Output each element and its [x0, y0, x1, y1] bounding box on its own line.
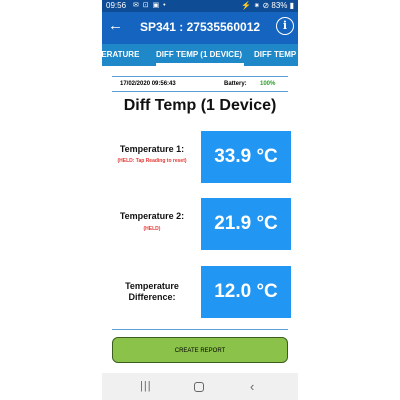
temperature-1-reading[interactable]: 33.9 °C — [201, 131, 291, 183]
tab-bar: PERATURE DIFF TEMP (1 DEVICE) DIFF TEMP — [102, 44, 298, 66]
battery-label: Battery: — [224, 81, 247, 87]
notification-icons: ✉ ⊡ ▣ • — [133, 2, 167, 9]
status-time: 09:56 — [106, 1, 127, 10]
create-report-button[interactable]: CREATE REPORT — [112, 337, 288, 363]
app-bar: ← SP341 : 27535560012 i — [102, 12, 298, 44]
phone-screen: 09:56 ✉ ⊡ ▣ • ⚡ ⁕ ⊘ 83% ▮ ← SP341 : 2753… — [102, 0, 298, 400]
page-heading: Diff Temp (1 Device) — [123, 97, 277, 114]
divider-info — [112, 91, 288, 92]
tab-diff-temp[interactable]: DIFF TEMP — [254, 44, 296, 66]
system-nav-bar: ||| ‹ — [102, 373, 298, 400]
temperature-1-label: Temperature 1: — [119, 144, 185, 154]
home-icon[interactable] — [194, 382, 204, 392]
temperature-difference-reading: 12.0 °C — [201, 266, 291, 318]
temperature-2-reading[interactable]: 21.9 °C — [201, 198, 291, 250]
divider-bottom — [112, 329, 288, 330]
status-right-icons: ⚡ ⁕ ⊘ 83% ▮ — [241, 1, 294, 10]
temperature-difference-label-line2: Difference: — [128, 292, 176, 302]
temperature-difference-label-line1: Temperature — [125, 281, 179, 291]
back-nav-icon[interactable]: ‹ — [250, 373, 254, 400]
tab-temperature[interactable]: PERATURE — [102, 44, 139, 66]
status-bar: 09:56 ✉ ⊡ ▣ • ⚡ ⁕ ⊘ 83% ▮ — [102, 0, 298, 12]
temperature-2-held-note: (HELD) — [143, 226, 161, 232]
divider-top — [112, 76, 288, 77]
device-title: SP341 : 27535560012 — [139, 20, 261, 34]
reading-datetime: 17/02/2020 09:56:43 — [120, 81, 176, 87]
temperature-1-held-note: (HELD: Tap Reading to reset) — [117, 158, 187, 164]
recent-apps-icon[interactable]: ||| — [140, 373, 152, 400]
active-tab-indicator — [156, 63, 244, 66]
info-icon[interactable]: i — [276, 17, 294, 35]
temperature-2-label: Temperature 2: — [119, 211, 185, 221]
battery-value: 100% — [260, 81, 276, 87]
